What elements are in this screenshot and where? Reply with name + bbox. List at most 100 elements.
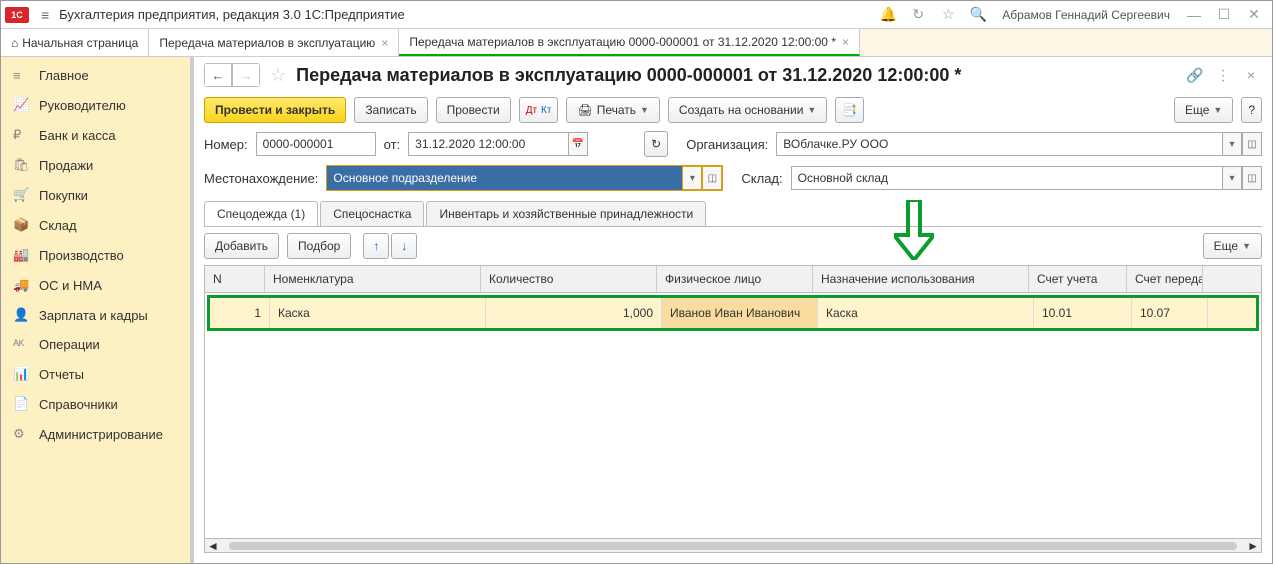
- sidebar-item-label: ОС и НМА: [39, 278, 102, 293]
- tab-1[interactable]: Передача материалов в эксплуатацию ×: [149, 29, 399, 56]
- sidebar-item-sales[interactable]: 🛍Продажи: [1, 150, 190, 180]
- sidebar-item-main[interactable]: ≡Главное: [1, 61, 190, 90]
- cart-icon: 🛒: [13, 187, 29, 203]
- warehouse-input[interactable]: Основной склад: [791, 166, 1222, 190]
- maximize-icon[interactable]: ☐: [1210, 1, 1238, 29]
- kebab-icon[interactable]: ⋮: [1212, 64, 1234, 86]
- close-icon[interactable]: ×: [1240, 64, 1262, 86]
- move-down-button[interactable]: ↓: [391, 233, 417, 259]
- tab-home-label: Начальная страница: [22, 36, 138, 50]
- box-icon: 📦: [13, 217, 29, 233]
- chart-icon: 📈: [13, 97, 29, 113]
- tab-2[interactable]: Передача материалов в эксплуатацию 0000-…: [399, 29, 860, 56]
- th-usage[interactable]: Назначение использования: [813, 266, 1029, 292]
- star-icon[interactable]: ☆: [934, 1, 962, 29]
- burger-icon[interactable]: ≡: [35, 3, 55, 27]
- tab-1-label: Передача материалов в эксплуатацию: [159, 36, 375, 50]
- close-icon[interactable]: ✕: [1240, 1, 1268, 29]
- close-icon[interactable]: ×: [842, 35, 849, 49]
- sidebar-item-assets[interactable]: 🚚 ОС и НМА: [1, 270, 190, 300]
- titlebar: 1C ≡ Бухгалтерия предприятия, редакция 3…: [1, 1, 1272, 29]
- open-icon[interactable]: ◫: [1242, 166, 1262, 190]
- subtab-equipment[interactable]: Спецоснастка: [320, 201, 424, 226]
- number-label: Номер:: [204, 137, 248, 152]
- subtab-inventory[interactable]: Инвентарь и хозяйственные принадлежности: [426, 201, 706, 226]
- sidebar-item-reports[interactable]: 📊Отчеты: [1, 359, 190, 389]
- create-based-button[interactable]: Создать на основании▼: [668, 97, 827, 123]
- th-person[interactable]: Физическое лицо: [657, 266, 813, 292]
- sidebar-item-label: Операции: [39, 337, 100, 352]
- app-title: Бухгалтерия предприятия, редакция 3.0 1С…: [55, 7, 874, 22]
- print-button[interactable]: 🖨Печать▼: [566, 97, 659, 123]
- scroll-left-icon[interactable]: ◄: [207, 539, 219, 553]
- cell-usage: Каска: [818, 298, 1034, 328]
- more-label: Еще: [1214, 239, 1238, 253]
- location-input[interactable]: Основное подразделение: [327, 166, 682, 190]
- dropdown-icon[interactable]: ▾: [1222, 132, 1242, 156]
- scroll-right-icon[interactable]: ►: [1247, 539, 1259, 553]
- based-label: Создать на основании: [679, 103, 804, 117]
- sidebar-item-purchases[interactable]: 🛒Покупки: [1, 180, 190, 210]
- truck-icon: 🚚: [13, 277, 29, 293]
- favorite-star-icon[interactable]: ☆: [266, 65, 290, 86]
- bag-icon: 🛍: [13, 157, 29, 173]
- sidebar-item-references[interactable]: 📄Справочники: [1, 389, 190, 419]
- minimize-icon[interactable]: —: [1180, 1, 1208, 29]
- doc-icon: 📄: [13, 396, 29, 412]
- horizontal-scrollbar[interactable]: ◄ ►: [205, 538, 1261, 552]
- search-icon[interactable]: 🔍: [964, 1, 992, 29]
- more-button[interactable]: Еще▼: [1174, 97, 1233, 123]
- user-name[interactable]: Абрамов Геннадий Сергеевич: [994, 8, 1178, 22]
- th-account[interactable]: Счет учета: [1029, 266, 1127, 292]
- post-button[interactable]: Провести: [436, 97, 511, 123]
- dropdown-icon[interactable]: ▾: [1222, 166, 1242, 190]
- bell-icon[interactable]: 🔔: [874, 1, 902, 29]
- sidebar-item-label: Склад: [39, 218, 77, 233]
- close-icon[interactable]: ×: [381, 36, 388, 50]
- location-label: Местонахождение:: [204, 171, 318, 186]
- dt-kt-button[interactable]: ДтКт: [519, 97, 559, 123]
- table-row[interactable]: 1 Каска 1,000 Иванов Иван Иванович Каска…: [210, 298, 1256, 328]
- table-body[interactable]: [205, 333, 1261, 538]
- structure-button[interactable]: 📑: [835, 97, 864, 123]
- date-input[interactable]: 31.12.2020 12:00:00: [408, 132, 568, 156]
- open-icon[interactable]: ◫: [702, 166, 722, 190]
- sidebar-item-manager[interactable]: 📈Руководителю: [1, 90, 190, 120]
- sidebar-item-production[interactable]: 🏭Производство: [1, 240, 190, 270]
- sidebar-item-label: Производство: [39, 248, 124, 263]
- subtab-clothing[interactable]: Спецодежда (1): [204, 201, 318, 226]
- sidebar-item-hr[interactable]: 👤Зарплата и кадры: [1, 300, 190, 330]
- dropdown-icon[interactable]: ▾: [682, 166, 702, 190]
- sidebar-item-bank[interactable]: ₽Банк и касса: [1, 120, 190, 150]
- add-button[interactable]: Добавить: [204, 233, 279, 259]
- back-button[interactable]: ←: [204, 63, 232, 87]
- history-icon[interactable]: ↻: [904, 1, 932, 29]
- printer-icon: 🖨: [577, 103, 592, 117]
- list-icon: ≡: [13, 68, 29, 83]
- org-input[interactable]: ВОблачке.РУ ООО: [776, 132, 1222, 156]
- number-input[interactable]: 0000-000001: [256, 132, 376, 156]
- scroll-thumb[interactable]: [229, 542, 1237, 550]
- sidebar-item-operations[interactable]: ᴬᴷОперации: [1, 330, 190, 359]
- sidebar-item-warehouse[interactable]: 📦 Склад: [1, 210, 190, 240]
- link-icon[interactable]: 🔗: [1184, 64, 1206, 86]
- th-nomenclature[interactable]: Номенклатура: [265, 266, 481, 292]
- save-button[interactable]: Записать: [354, 97, 427, 123]
- sidebar-item-admin[interactable]: ⚙Администрирование: [1, 419, 190, 449]
- th-n[interactable]: N: [205, 266, 265, 292]
- open-icon[interactable]: ◫: [1242, 132, 1262, 156]
- forward-button[interactable]: →: [232, 63, 260, 87]
- move-up-button[interactable]: ↑: [363, 233, 389, 259]
- th-quantity[interactable]: Количество: [481, 266, 657, 292]
- select-button[interactable]: Подбор: [287, 233, 351, 259]
- tabs-row: ⌂ Начальная страница Передача материалов…: [1, 29, 1272, 57]
- more-label: Еще: [1185, 103, 1209, 117]
- post-and-close-button[interactable]: Провести и закрыть: [204, 97, 346, 123]
- help-button[interactable]: ?: [1241, 97, 1262, 123]
- sidebar-item-label: Банк и касса: [39, 128, 116, 143]
- calendar-icon[interactable]: 📅: [568, 132, 588, 156]
- tab-home[interactable]: ⌂ Начальная страница: [1, 29, 149, 56]
- more-button[interactable]: Еще▼: [1203, 233, 1262, 259]
- refresh-button[interactable]: ↻: [644, 131, 668, 157]
- th-transfer-account[interactable]: Счет переда: [1127, 266, 1203, 292]
